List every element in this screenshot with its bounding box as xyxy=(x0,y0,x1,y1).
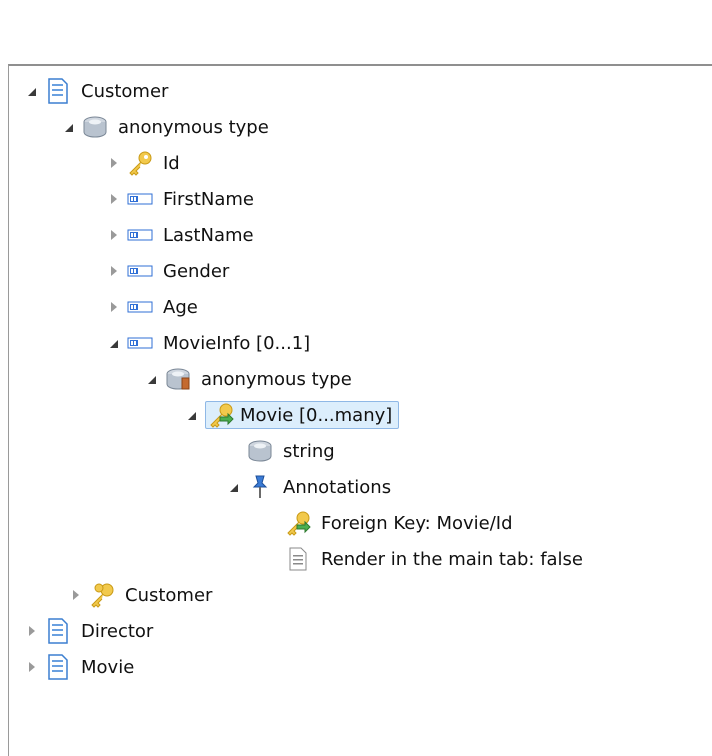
tree-row-label: Customer xyxy=(125,584,213,606)
expand-toggle[interactable] xyxy=(105,333,123,353)
complex-type-icon xyxy=(82,114,108,140)
tree-row-customer[interactable]: Customer xyxy=(23,74,172,108)
field-icon xyxy=(127,330,153,356)
tree-row-string[interactable]: string xyxy=(225,434,339,468)
tree-row-label: Foreign Key: Movie/Id xyxy=(321,512,513,534)
tree-row-annotations[interactable]: Annotations xyxy=(225,470,395,504)
expand-toggle[interactable] xyxy=(23,81,41,101)
collapse-toggle[interactable] xyxy=(105,189,123,209)
foreign-key-icon xyxy=(285,510,311,536)
tree-row-label: Customer xyxy=(81,80,169,102)
tree-row-label: FirstName xyxy=(163,188,254,210)
tree-row-movie[interactable]: Movie xyxy=(23,650,138,684)
collapse-toggle[interactable] xyxy=(105,225,123,245)
collapse-toggle[interactable] xyxy=(105,153,123,173)
collapse-toggle[interactable] xyxy=(105,261,123,281)
tree-row-label: LastName xyxy=(163,224,254,246)
tree-row-label: Movie [0...many] xyxy=(240,404,393,426)
tree-row-age[interactable]: Age xyxy=(105,290,202,324)
tree-row-customer-keys[interactable]: Customer xyxy=(67,578,216,612)
complex-type-icon xyxy=(165,366,191,392)
tree-row-label: Age xyxy=(163,296,198,318)
collapse-toggle[interactable] xyxy=(105,297,123,317)
field-icon xyxy=(127,258,153,284)
note-icon xyxy=(285,546,311,572)
tree-row-label: Id xyxy=(163,152,180,174)
tree-row-movie-fk[interactable]: Movie [0...many] xyxy=(183,398,400,432)
simple-type-icon xyxy=(247,438,273,464)
field-icon xyxy=(127,186,153,212)
tree-row-label: Gender xyxy=(163,260,230,282)
collapse-toggle[interactable] xyxy=(23,621,41,641)
tree-row-label: Director xyxy=(81,620,154,642)
tree-row-anonymous-type[interactable]: anonymous type xyxy=(60,110,273,144)
expand-toggle[interactable] xyxy=(183,405,201,425)
field-icon xyxy=(127,222,153,248)
tree-row-firstname[interactable]: FirstName xyxy=(105,182,258,216)
tree-row-foreign-key-annotation[interactable]: Foreign Key: Movie/Id xyxy=(263,506,517,540)
tree-row-label: Render in the main tab: false xyxy=(321,548,584,570)
tree-row-label: anonymous type xyxy=(201,368,352,390)
tree-row-movieinfo[interactable]: MovieInfo [0...1] xyxy=(105,326,314,360)
tree-row-director[interactable]: Director xyxy=(23,614,157,648)
document-icon xyxy=(45,78,71,104)
document-icon xyxy=(45,654,71,680)
document-icon xyxy=(45,618,71,644)
collapse-toggle[interactable] xyxy=(23,657,41,677)
tree-row-label: string xyxy=(283,440,335,462)
collapse-toggle[interactable] xyxy=(67,585,85,605)
tree-row-anonymous-type-nested[interactable]: anonymous type xyxy=(143,362,356,396)
key-icon xyxy=(127,150,153,176)
keys-icon xyxy=(89,582,115,608)
tree-row-label: Movie xyxy=(81,656,135,678)
expand-toggle[interactable] xyxy=(225,477,243,497)
top-bar xyxy=(0,0,712,62)
tree-panel: Customer anonymous type Id FirstName Las… xyxy=(8,64,712,756)
tree-row-id[interactable]: Id xyxy=(105,146,184,180)
tree-row-label: Annotations xyxy=(283,476,392,498)
selection-highlight[interactable]: Movie [0...many] xyxy=(205,401,400,429)
expand-toggle[interactable] xyxy=(60,117,78,137)
expand-toggle[interactable] xyxy=(143,369,161,389)
tree-row-render-annotation[interactable]: Render in the main tab: false xyxy=(263,542,587,576)
tree-row-label: anonymous type xyxy=(118,116,269,138)
pin-icon xyxy=(247,474,273,500)
tree-row-lastname[interactable]: LastName xyxy=(105,218,258,252)
tree-row-label: MovieInfo [0...1] xyxy=(163,332,311,354)
tree-row-gender[interactable]: Gender xyxy=(105,254,233,288)
foreign-key-icon xyxy=(208,402,234,428)
field-icon xyxy=(127,294,153,320)
